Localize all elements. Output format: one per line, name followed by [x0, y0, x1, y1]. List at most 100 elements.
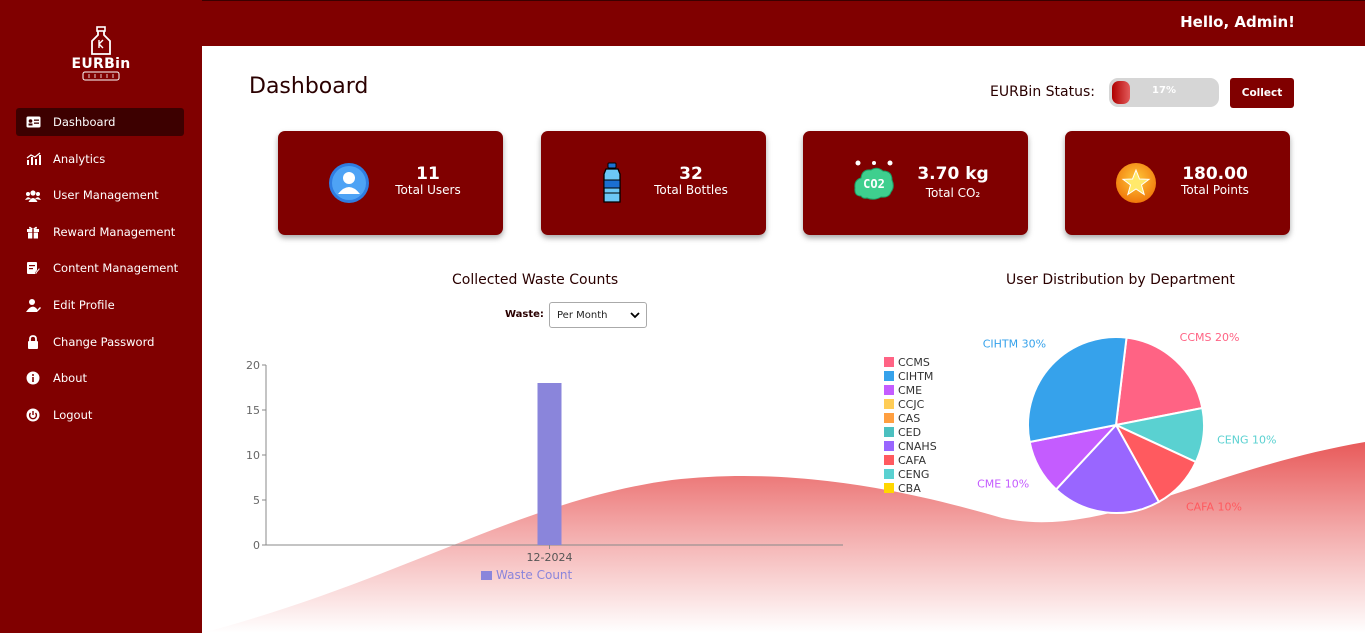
logo-text: EURBin	[71, 56, 131, 72]
legend-label: CCJC	[898, 397, 925, 411]
pie-data-label: CCMS 20%	[1180, 331, 1240, 344]
department-pie-chart: CCMS 20%CENG 10%CAFA 10%CNAHS 20%CME 10%…	[977, 331, 1276, 514]
pie-chart-title: User Distribution by Department	[1006, 272, 1235, 288]
stat-label: Total Points	[1181, 183, 1249, 197]
water-bottle-icon	[603, 162, 621, 203]
legend-label: CIHTM	[898, 369, 934, 383]
legend-label: CNAHS	[898, 439, 937, 453]
legend-label: CAFA	[898, 453, 927, 467]
legend-label: CENG	[898, 467, 930, 481]
sidebar-item-about[interactable]: About	[16, 364, 184, 392]
pie-legend-item[interactable]: CED	[884, 425, 937, 439]
pie-legend-item[interactable]: CNAHS	[884, 439, 937, 453]
greeting: Hello, Admin!	[1180, 13, 1295, 31]
gift-icon	[25, 224, 41, 240]
y-tick-label: 10	[246, 449, 260, 462]
legend-label: CED	[898, 425, 922, 439]
sidebar-item-reward-management[interactable]: Reward Management	[16, 218, 184, 246]
waste-bar-chart: 0 5 10 15 20 12-2024	[246, 359, 843, 564]
pie-legend-item[interactable]: CAS	[884, 411, 937, 425]
legend-swatch	[884, 469, 894, 479]
legend-swatch	[884, 413, 894, 423]
legend-label: CBA	[898, 481, 921, 495]
sidebar-item-label: Edit Profile	[53, 297, 115, 312]
pie-legend-item[interactable]: CCMS	[884, 355, 937, 369]
legend-swatch	[884, 483, 894, 493]
pie-legend-item[interactable]: CAFA	[884, 453, 937, 467]
user-avatar-icon	[329, 163, 369, 203]
status-percent: 17%	[1152, 85, 1176, 96]
waste-period-select[interactable]: Per Month	[549, 302, 647, 328]
logo-base-icon	[82, 71, 120, 81]
legend-swatch	[884, 427, 894, 437]
pie-data-label: CIHTM 30%	[983, 337, 1046, 350]
stat-label: Total CO₂	[925, 186, 981, 200]
collect-button[interactable]: Collect	[1230, 78, 1294, 108]
legend-swatch	[884, 385, 894, 395]
pie-slice-cihtm	[1027, 336, 1128, 444]
sidebar-nav: Dashboard Analytics User Management Rewa…	[16, 108, 184, 437]
legend-label: Waste Count	[496, 568, 573, 582]
stat-value: 180.00	[1182, 164, 1248, 184]
pie-legend-item[interactable]: CME	[884, 383, 937, 397]
sidebar-item-label: Dashboard	[53, 115, 116, 129]
waste-chart-title: Collected Waste Counts	[452, 272, 619, 288]
sidebar-item-analytics[interactable]: Analytics	[16, 145, 184, 173]
stat-value: 3.70 kg	[917, 164, 989, 184]
sidebar-item-label: User Management	[53, 188, 159, 203]
sidebar-item-label: Content Management	[53, 261, 179, 276]
analytics-icon	[25, 151, 41, 167]
sidebar-item-user-management[interactable]: User Management	[16, 181, 184, 209]
legend-swatch	[884, 371, 894, 381]
sidebar-item-edit-profile[interactable]: Edit Profile	[16, 291, 184, 319]
id-card-icon	[25, 114, 41, 130]
y-tick-label: 15	[246, 404, 260, 417]
info-icon	[25, 370, 41, 386]
users-icon	[25, 187, 41, 203]
sidebar-item-dashboard[interactable]: Dashboard	[16, 108, 184, 136]
bottle-logo-icon	[91, 26, 111, 55]
stat-card-bottles: 32 Total Bottles	[541, 131, 766, 235]
legend-label: CAS	[898, 411, 921, 425]
pie-data-label: CME 10%	[977, 477, 1029, 490]
sidebar-item-label: Reward Management	[53, 224, 176, 239]
sidebar-item-label: Change Password	[53, 334, 155, 349]
sidebar-item-label: Analytics	[53, 151, 106, 166]
lock-icon	[25, 334, 41, 350]
waste-period-value: Per Month	[557, 309, 608, 321]
top-bar: Hello, Admin!	[0, 0, 1365, 46]
sidebar-item-label: About	[53, 371, 88, 386]
stat-value: 11	[416, 164, 440, 184]
bar-waste-count	[537, 383, 562, 545]
power-icon	[25, 407, 41, 423]
stat-label: Total Bottles	[654, 183, 728, 197]
user-edit-icon	[25, 297, 41, 313]
legend-label: CCMS	[898, 355, 930, 369]
pie-data-label: CAFA 10%	[1186, 501, 1242, 514]
stat-card-points: 180.00 Total Points	[1065, 131, 1290, 235]
pie-legend-item[interactable]: CCJC	[884, 397, 937, 411]
pie-legend-item[interactable]: CIHTM	[884, 369, 937, 383]
sidebar: EURBin Dashboard Analytics User Manageme…	[0, 0, 202, 633]
pie-data-label: CENG 10%	[1217, 433, 1276, 446]
chevron-down-icon	[630, 312, 640, 319]
page-title: Dashboard	[249, 74, 369, 99]
logo: EURBin	[66, 26, 136, 94]
status-progress-bar: 17%	[1109, 78, 1219, 107]
sidebar-item-change-password[interactable]: Change Password	[16, 328, 184, 356]
sidebar-item-content-management[interactable]: Content Management	[16, 254, 184, 282]
pie-legend-item[interactable]: CBA	[884, 481, 937, 495]
svg-text:CO2: CO2	[863, 177, 885, 191]
y-tick-label: 5	[253, 494, 260, 507]
y-tick-label: 0	[253, 539, 260, 552]
sidebar-item-logout[interactable]: Logout	[16, 401, 184, 429]
status-label: EURBin Status:	[990, 84, 1095, 100]
stat-label: Total Users	[395, 183, 461, 197]
pie-legend: CCMS CIHTM CME CCJC CAS CED CNAHS CAFA CENG CBA	[884, 355, 937, 495]
waste-legend: Waste Count	[481, 568, 572, 582]
legend-label: CME	[898, 383, 923, 397]
legend-swatch	[884, 357, 894, 367]
stat-value: 32	[679, 164, 703, 184]
sidebar-item-label: Logout	[53, 407, 93, 422]
pie-legend-item[interactable]: CENG	[884, 467, 937, 481]
